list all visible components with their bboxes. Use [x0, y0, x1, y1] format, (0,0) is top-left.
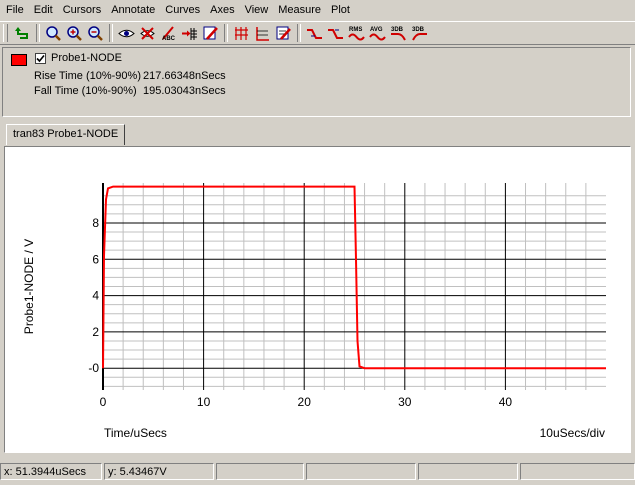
y-tick-label: 8 [92, 216, 99, 230]
fall-time-value: 195.03043nSecs [143, 85, 226, 97]
x-tick-label: 30 [398, 395, 412, 409]
menu-curves[interactable]: Curves [160, 0, 205, 20]
probe-name-label[interactable]: Probe1-NODE [51, 52, 122, 64]
menu-file[interactable]: File [0, 0, 29, 20]
x-tick-label: 0 [100, 395, 107, 409]
y-readout: y: 5.43467V [104, 463, 214, 480]
grid-button[interactable] [231, 23, 252, 43]
x-tick-label: 10 [197, 395, 211, 409]
axis-icon [256, 26, 269, 41]
zoom-in-button[interactable] [64, 23, 85, 43]
y-tick-label: 2 [92, 325, 99, 339]
eye-icon [118, 29, 135, 37]
fall-time-icon [328, 28, 343, 39]
menu-measure[interactable]: Measure [273, 0, 326, 20]
waveform-chart[interactable]: 0 10 20 30 40 -0 2 4 6 8 Probe1-NODE / V Time/uSecs… [5, 147, 630, 452]
x-axis-label: Time/uSecs [104, 426, 167, 440]
y-tick-label: -0 [88, 361, 99, 375]
svg-text:3DB: 3DB [412, 27, 425, 33]
plot-area[interactable]: 0 10 20 30 40 -0 2 4 6 8 Probe1-NODE / V Time/uSecs… [4, 146, 631, 453]
status-pane-5 [418, 463, 518, 480]
svg-text:RMS: RMS [349, 27, 362, 33]
hide-icon [140, 26, 155, 40]
y-axis-label: Probe1-NODE / V [22, 239, 36, 334]
menu-bar: File Edit Cursors Annotate Curves Axes V… [0, 0, 635, 20]
menu-axes[interactable]: Axes [205, 0, 239, 20]
annotate-icon: ABC [162, 25, 176, 42]
status-bar: x: 51.3944uSecs y: 5.43467V [0, 463, 635, 483]
menu-annotate[interactable]: Annotate [106, 0, 160, 20]
avg-button[interactable]: AVG [367, 23, 388, 43]
zoom-out-icon [88, 25, 103, 41]
tab-strip: tran83 Probe1-NODE [0, 122, 635, 146]
fall-time-label: Fall Time (10%-90%) [34, 85, 137, 97]
undo-icon [15, 26, 28, 39]
axis-button[interactable] [252, 23, 273, 43]
scale-label: 10uSecs/div [540, 426, 605, 440]
annotate-button[interactable]: ABC [158, 23, 179, 43]
toolbar: ABC RMS AVG 3DB 3DB [0, 21, 635, 45]
menu-cursors[interactable]: Cursors [58, 0, 107, 20]
tab-tran83-probe1[interactable]: tran83 Probe1-NODE [6, 124, 126, 145]
pencil-icon [203, 26, 218, 40]
svg-text:ABC: ABC [162, 36, 176, 42]
rise-time-label: Rise Time (10%-90%) [34, 70, 141, 82]
zoom-out-button[interactable] [85, 23, 106, 43]
axis-pencil-icon [276, 26, 291, 40]
arrow-grid-icon [182, 27, 197, 40]
menu-view[interactable]: View [240, 0, 274, 20]
3db-high-icon: 3DB [412, 27, 427, 40]
undo-button[interactable] [12, 23, 33, 43]
3db-low-button[interactable]: 3DB [388, 23, 409, 43]
x-readout: x: 51.3944uSecs [0, 463, 102, 480]
rise-time-value: 217.66348nSecs [143, 70, 226, 82]
zoom-button[interactable] [43, 23, 64, 43]
status-pane-4 [306, 463, 416, 480]
hide-curve-button[interactable] [137, 23, 158, 43]
y-tick-label: 6 [92, 252, 99, 266]
zoom-in-icon [67, 25, 82, 41]
probe-visible-checkbox[interactable] [35, 53, 46, 64]
x-tick-label: 40 [499, 395, 513, 409]
checkmark-icon [36, 54, 45, 63]
rms-icon: RMS [348, 27, 365, 40]
x-tick-label: 20 [298, 395, 312, 409]
rise-time-button[interactable] [304, 23, 325, 43]
show-curve-button[interactable] [116, 23, 137, 43]
3db-low-icon: 3DB [391, 27, 406, 40]
legend-panel: Probe1-NODE Rise Time (10%-90%) 217.6634… [2, 47, 631, 117]
svg-text:AVG: AVG [370, 27, 383, 33]
probe-color-swatch[interactable] [11, 54, 27, 66]
toolbar-grip[interactable] [3, 24, 8, 42]
status-pane-3 [216, 463, 304, 480]
magnifier-icon [46, 25, 61, 41]
svg-text:3DB: 3DB [391, 27, 404, 33]
rise-time-icon [307, 28, 322, 39]
cursor-to-grid-button[interactable] [179, 23, 200, 43]
menu-edit[interactable]: Edit [29, 0, 58, 20]
y-tick-label: 4 [92, 289, 99, 303]
axis-edit-button[interactable] [273, 23, 294, 43]
fall-time-button[interactable] [325, 23, 346, 43]
status-pane-6 [520, 463, 635, 480]
avg-icon: AVG [369, 27, 386, 40]
edit-curve-button[interactable] [200, 23, 221, 43]
grid-icon [235, 26, 248, 40]
3db-high-button[interactable]: 3DB [409, 23, 430, 43]
menu-plot[interactable]: Plot [326, 0, 355, 20]
rms-button[interactable]: RMS [346, 23, 367, 43]
